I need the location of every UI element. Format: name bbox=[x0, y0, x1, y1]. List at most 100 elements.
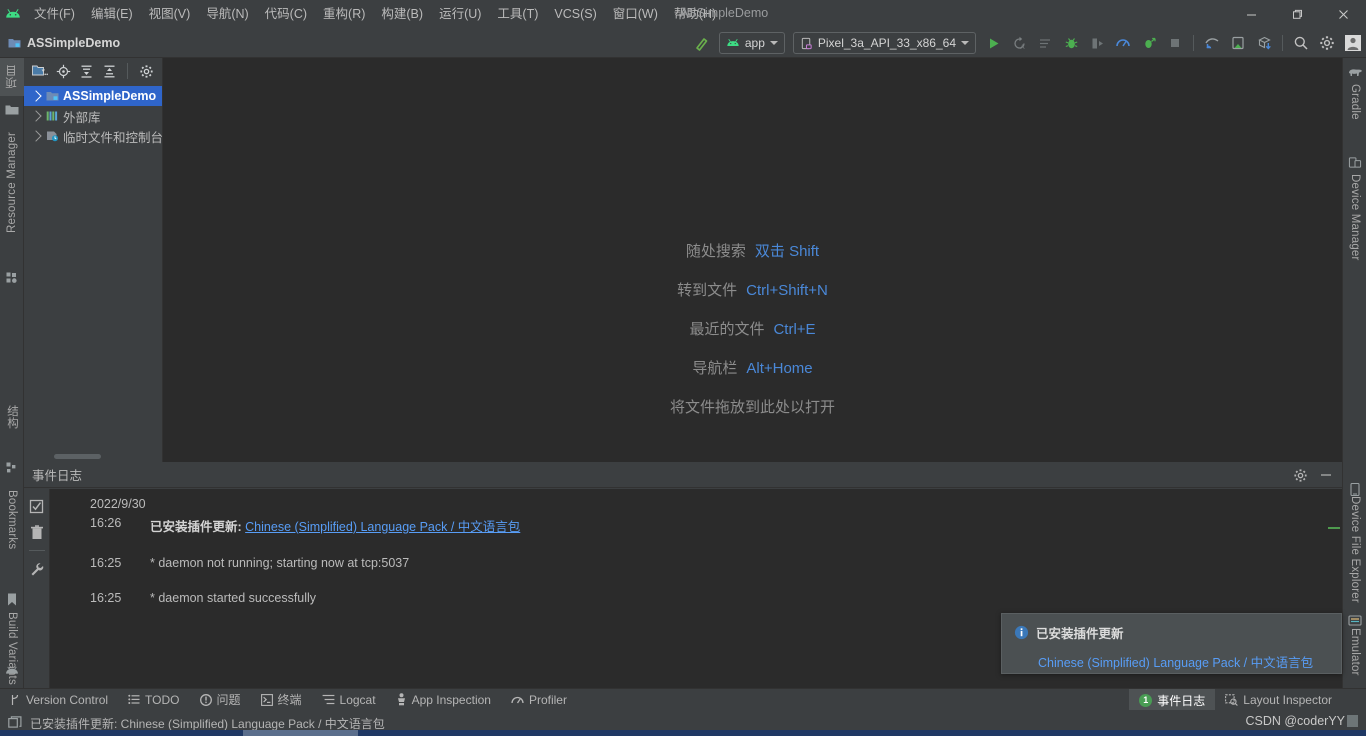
notification-icon[interactable] bbox=[8, 716, 22, 730]
settings-gear-icon[interactable] bbox=[136, 61, 156, 81]
sdk-manager-icon[interactable] bbox=[1252, 31, 1276, 55]
menu-navigate[interactable]: 导航(N) bbox=[198, 2, 256, 26]
menu-file[interactable]: 文件(F) bbox=[26, 2, 83, 26]
menu-vcs[interactable]: VCS(S) bbox=[546, 2, 604, 26]
settings-gear-icon[interactable] bbox=[1290, 465, 1310, 485]
apply-changes-icon[interactable] bbox=[1137, 31, 1161, 55]
attach-debugger-icon[interactable] bbox=[1085, 31, 1109, 55]
device-manager-icon bbox=[1343, 152, 1366, 172]
hint-drop-files: 将文件拖放到此处以打开 bbox=[163, 396, 1342, 435]
layout-inspector-icon bbox=[1225, 694, 1239, 706]
notification-link[interactable]: Chinese (Simplified) Language Pack / 中文语… bbox=[1014, 652, 1329, 671]
menu-edit[interactable]: 编辑(E) bbox=[83, 2, 141, 26]
tree-node-assimpledemo[interactable]: ASSimpleDemo bbox=[24, 86, 162, 106]
android-logo-icon bbox=[0, 8, 26, 20]
run-configuration-selector[interactable]: app bbox=[718, 32, 785, 54]
sidebar-tab-project[interactable]: 项目 bbox=[0, 58, 24, 96]
tool-window-profiler[interactable]: Profiler bbox=[501, 689, 577, 711]
folder-icon bbox=[5, 104, 19, 116]
menu-code[interactable]: 代码(C) bbox=[257, 2, 315, 26]
minimize-icon[interactable] bbox=[1316, 465, 1336, 485]
title-bar: 文件(F) 编辑(E) 视图(V) 导航(N) 代码(C) 重构(R) 构建(B… bbox=[0, 0, 1366, 28]
edit-configurations-icon[interactable] bbox=[1033, 31, 1057, 55]
menu-refactor[interactable]: 重构(R) bbox=[315, 2, 373, 26]
os-taskbar bbox=[0, 730, 1366, 736]
tool-window-version-control[interactable]: Version Control bbox=[0, 689, 118, 711]
chevron-right-icon[interactable] bbox=[30, 90, 42, 102]
menu-tools[interactable]: 工具(T) bbox=[489, 2, 546, 26]
avd-manager-icon[interactable] bbox=[1226, 31, 1250, 55]
event-message: * daemon not running; starting now at tc… bbox=[150, 556, 410, 570]
sidebar-tab-device-manager[interactable]: Device Manager bbox=[1343, 174, 1366, 294]
event-log-date: 2022/9/30 bbox=[90, 497, 146, 511]
horizontal-scrollbar[interactable] bbox=[54, 454, 101, 459]
toolbar-divider-2 bbox=[1282, 35, 1283, 51]
tree-node-external-libraries[interactable]: 外部库 bbox=[24, 106, 162, 126]
menu-run[interactable]: 运行(U) bbox=[431, 2, 489, 26]
close-button[interactable] bbox=[1320, 0, 1366, 28]
stop-icon[interactable] bbox=[1163, 31, 1187, 55]
rerun-icon[interactable]: A bbox=[1007, 31, 1031, 55]
debug-icon[interactable] bbox=[1059, 31, 1083, 55]
tool-window-logcat[interactable]: Logcat bbox=[312, 689, 386, 711]
chevron-down-icon bbox=[961, 41, 969, 45]
delete-icon[interactable] bbox=[26, 521, 48, 543]
android-studio-window: 文件(F) 编辑(E) 视图(V) 导航(N) 代码(C) 重构(R) 构建(B… bbox=[0, 0, 1366, 736]
account-avatar-icon[interactable] bbox=[1341, 31, 1365, 55]
device-selector[interactable]: Pixel_3a_API_33_x86_64 bbox=[792, 32, 976, 54]
chevron-right-icon[interactable] bbox=[30, 110, 42, 122]
tool-window-label: Profiler bbox=[528, 692, 567, 707]
hint-recent-files: 最近的文件 Ctrl+E bbox=[163, 318, 1342, 357]
hint-label: 导航栏 bbox=[692, 360, 738, 377]
sidebar-tab-bookmarks[interactable]: Bookmarks bbox=[0, 488, 24, 588]
tool-window-event-log[interactable]: 1 事件日志 bbox=[1129, 689, 1216, 711]
minimize-button[interactable] bbox=[1228, 0, 1274, 28]
sidebar-tab-gradle-label: Gradle bbox=[1349, 84, 1361, 120]
module-icon bbox=[46, 90, 59, 102]
sidebar-tab-emulator-label: Emulator bbox=[1349, 628, 1361, 676]
logcat-icon bbox=[322, 694, 335, 705]
app-inspection-icon bbox=[396, 693, 407, 706]
svg-text:A: A bbox=[1020, 45, 1024, 51]
tool-window-todo[interactable]: TODO bbox=[118, 689, 189, 711]
tool-window-problems[interactable]: 问题 bbox=[190, 689, 251, 711]
tool-window-app-inspection[interactable]: App Inspection bbox=[386, 689, 501, 711]
event-time: 16:25 bbox=[90, 556, 122, 570]
event-message-link[interactable]: Chinese (Simplified) Language Pack / 中文语… bbox=[245, 520, 520, 534]
maximize-button[interactable] bbox=[1274, 0, 1320, 28]
sync-gradle-icon[interactable] bbox=[1200, 31, 1224, 55]
settings-wrench-icon[interactable] bbox=[26, 558, 48, 580]
select-opened-file-icon[interactable] bbox=[30, 61, 50, 81]
event-log-entry: 16:25 * daemon started successfully bbox=[50, 591, 1342, 605]
settings-gear-icon[interactable] bbox=[1315, 31, 1339, 55]
chevron-right-icon[interactable] bbox=[30, 130, 42, 142]
menu-window[interactable]: 窗口(W) bbox=[605, 2, 666, 26]
build-hammer-icon[interactable] bbox=[690, 31, 714, 55]
collapse-all-icon[interactable] bbox=[99, 61, 119, 81]
status-message: 已安装插件更新: Chinese (Simplified) Language P… bbox=[30, 716, 385, 731]
sidebar-tab-structure[interactable]: 结构 bbox=[0, 403, 24, 455]
sidebar-tab-folder[interactable] bbox=[0, 98, 24, 122]
tool-window-terminal[interactable]: 终端 bbox=[251, 689, 312, 711]
project-panel-toolbar bbox=[24, 58, 162, 84]
tool-window-label: 问题 bbox=[216, 693, 241, 707]
sidebar-tab-device-file-explorer-label: Device File Explorer bbox=[1349, 496, 1361, 603]
event-log-entry: 16:25 * daemon not running; starting now… bbox=[50, 556, 1342, 570]
profiler-icon[interactable] bbox=[1111, 31, 1135, 55]
search-icon[interactable] bbox=[1289, 31, 1313, 55]
menu-view[interactable]: 视图(V) bbox=[141, 2, 199, 26]
hint-navigation-bar: 导航栏 Alt+Home bbox=[163, 357, 1342, 396]
tree-node-scratches-and-consoles[interactable]: 临时文件和控制台 bbox=[24, 126, 163, 146]
notification-balloon[interactable]: 已安装插件更新 Chinese (Simplified) Language Pa… bbox=[1001, 613, 1342, 674]
run-icon[interactable] bbox=[981, 31, 1005, 55]
sidebar-tab-device-file-explorer[interactable]: Device File Explorer bbox=[1343, 496, 1366, 626]
sidebar-tab-resource-manager[interactable]: Resource Manager bbox=[0, 128, 24, 268]
expand-all-icon[interactable] bbox=[76, 61, 96, 81]
scroll-from-source-icon[interactable] bbox=[53, 61, 73, 81]
menu-build[interactable]: 构建(B) bbox=[373, 2, 431, 26]
tool-window-layout-inspector[interactable]: Layout Inspector bbox=[1215, 689, 1342, 711]
project-label: ASSimpleDemo bbox=[0, 36, 120, 50]
mark-all-read-icon[interactable] bbox=[26, 495, 48, 517]
sidebar-tab-gradle[interactable]: Gradle bbox=[1343, 84, 1366, 144]
library-icon bbox=[46, 110, 59, 122]
